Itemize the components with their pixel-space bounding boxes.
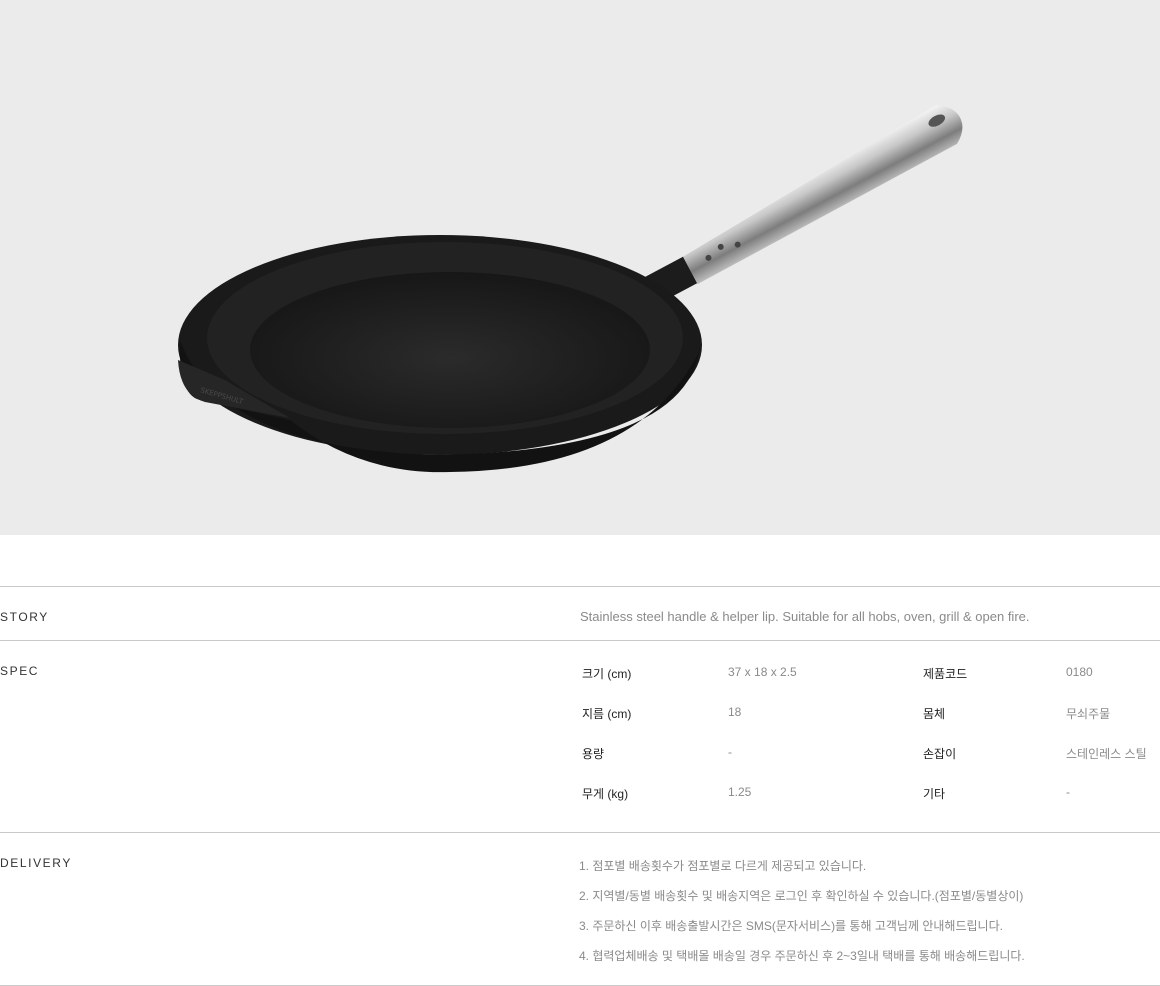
spec-label: 지름 (cm) — [582, 707, 632, 721]
story-text: Stainless steel handle & helper lip. Sui… — [580, 609, 1030, 624]
spec-label: 제품코드 — [923, 667, 968, 681]
delivery-item: 2. 지역별/동별 배송횟수 및 배송지역은 로그인 후 확인하실 수 있습니다… — [579, 889, 1024, 903]
spec-value: 37 x 18 x 2.5 — [728, 665, 797, 679]
delivery-title: DELIVERY — [0, 856, 72, 870]
spec-value: 1.25 — [728, 785, 752, 799]
story-title: STORY — [0, 610, 49, 624]
spec-label: 용량 — [582, 747, 605, 761]
divider — [0, 832, 1160, 833]
spec-value: 18 — [728, 705, 742, 719]
spec-label: 몸체 — [923, 707, 946, 721]
delivery-item: 1. 점포별 배송횟수가 점포별로 다르게 제공되고 있습니다. — [579, 859, 867, 873]
pan-image: SKEPPSHULT — [178, 105, 963, 473]
spec-label: 크기 (cm) — [582, 667, 632, 681]
spec-value: 스테인레스 스틸 — [1066, 747, 1147, 761]
spec-label: 손잡이 — [923, 747, 957, 761]
spec-label: 기타 — [923, 787, 946, 801]
spec-title: SPEC — [0, 664, 40, 678]
delivery-item: 3. 주문하신 이후 배송출발시간은 SMS(문자서비스)를 통해 고객님께 안… — [579, 919, 1003, 933]
delivery-item: 4. 협력업체배송 및 택배몰 배송일 경우 주문하신 후 2~3일내 택배를 … — [579, 949, 1025, 963]
spec-label: 무게 (kg) — [582, 787, 629, 801]
spec-value: 무쇠주물 — [1066, 707, 1111, 721]
spec-value: 0180 — [1066, 665, 1093, 679]
spec-value: - — [1066, 785, 1070, 799]
product-image-area: SKEPPSHULT — [0, 0, 1160, 535]
divider — [0, 640, 1160, 641]
divider — [0, 586, 1160, 587]
spec-value: - — [728, 745, 732, 759]
